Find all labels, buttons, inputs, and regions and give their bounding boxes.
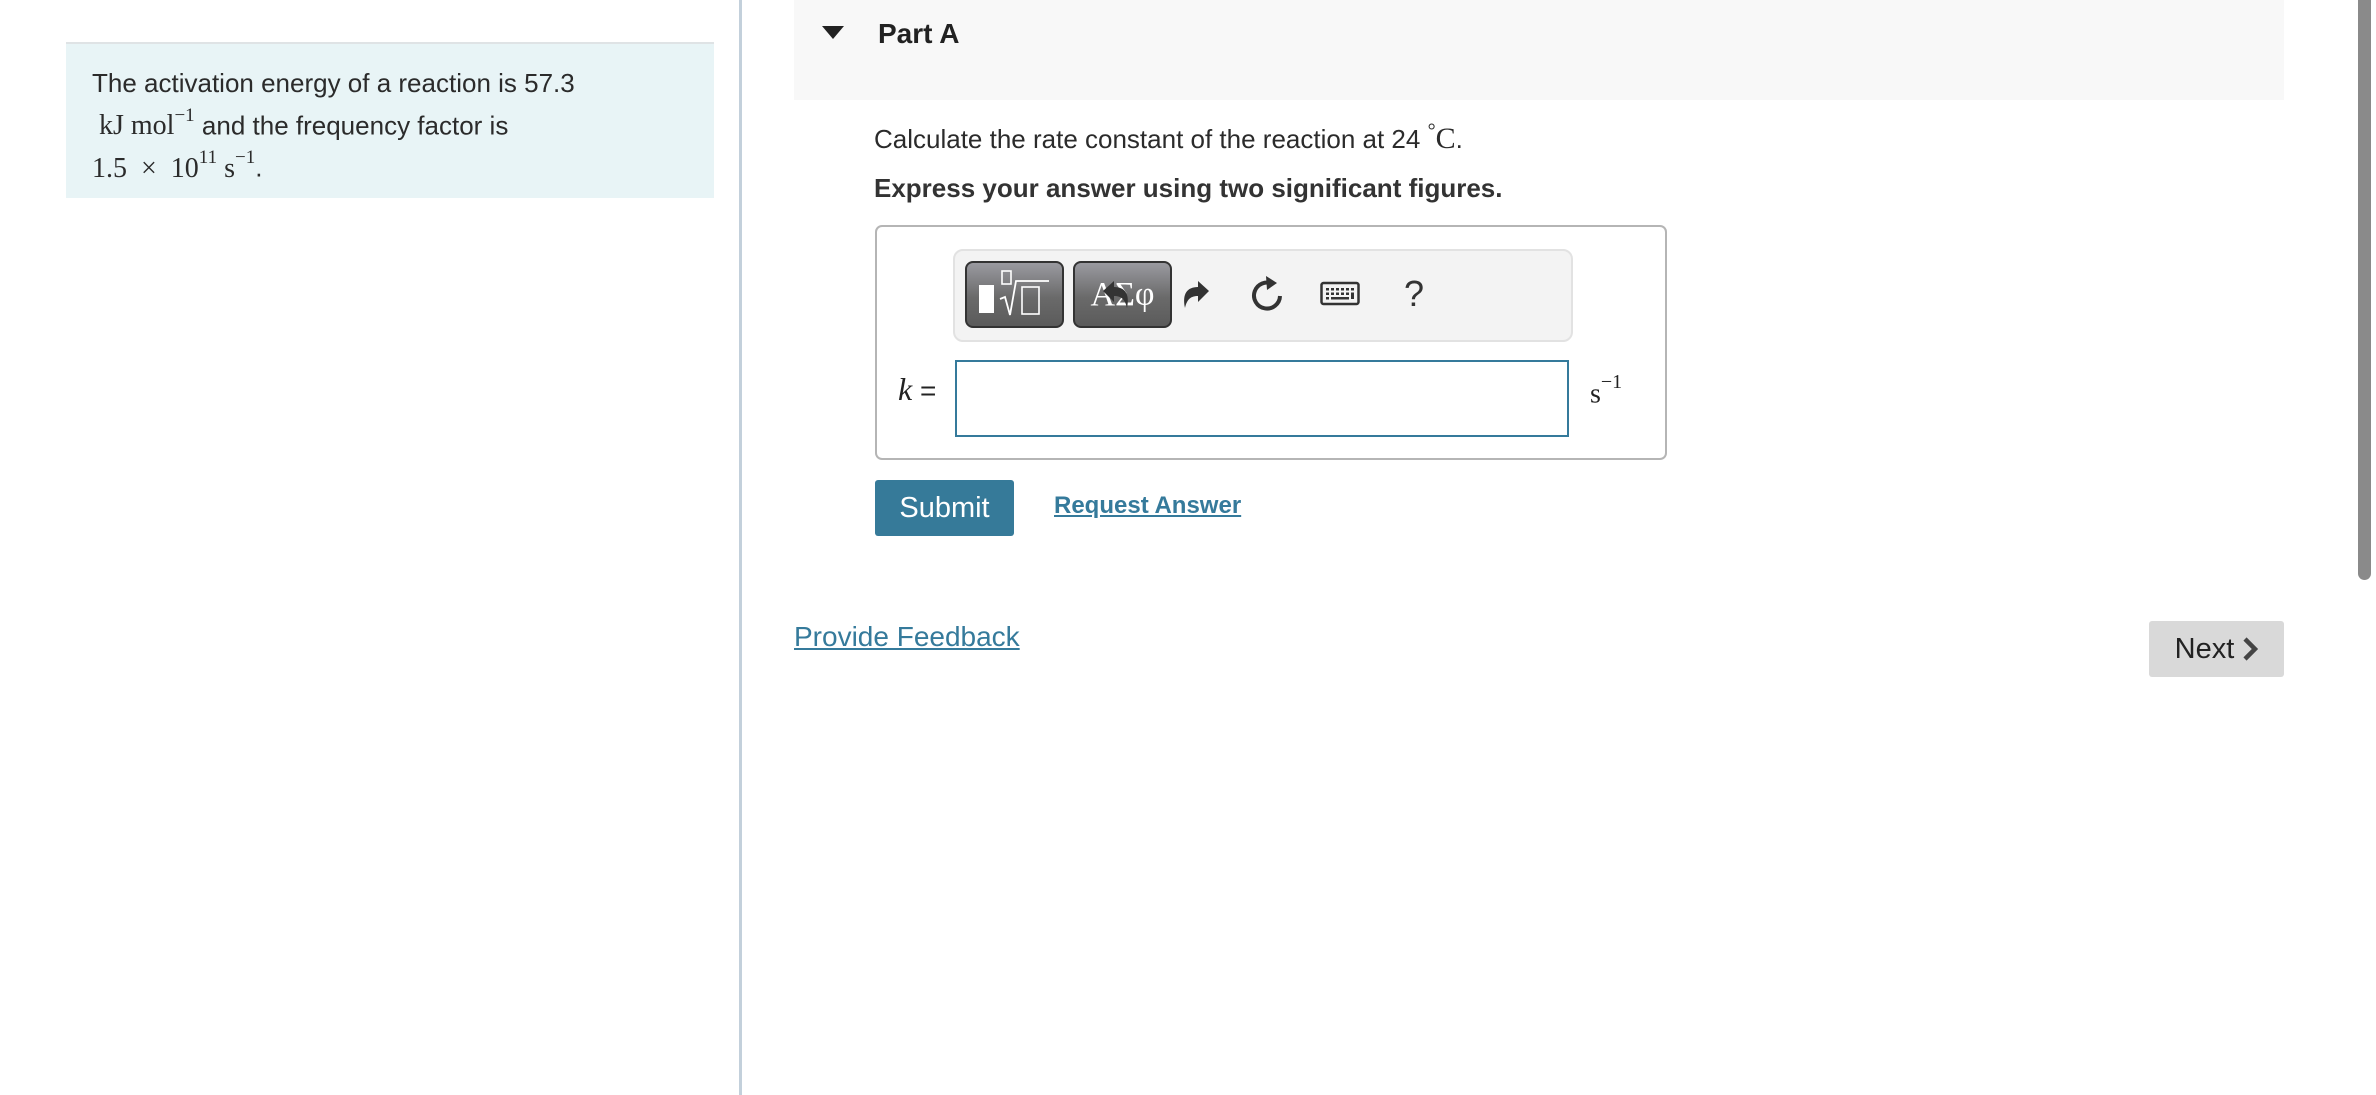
reset-icon bbox=[1252, 276, 1282, 311]
answer-input[interactable] bbox=[955, 360, 1569, 437]
help-icon: ? bbox=[1403, 273, 1425, 314]
variable-k: k bbox=[898, 371, 913, 407]
answer-unit: s−1 bbox=[1590, 371, 1622, 410]
next-label: Next bbox=[2174, 632, 2235, 665]
frequency-factor: 1.5 × 1011 s−1 bbox=[92, 147, 255, 184]
problem-text-2: and the frequency factor is bbox=[194, 110, 509, 141]
question-period: . bbox=[1455, 124, 1463, 154]
answer-variable-label: k = bbox=[898, 371, 936, 408]
answer-box: ΑΣφ bbox=[875, 225, 1667, 460]
problem-text: The activation energy of a reaction is 5… bbox=[92, 68, 575, 98]
templates-icon bbox=[979, 270, 1049, 316]
equals-sign: = bbox=[919, 375, 937, 406]
templates-button[interactable] bbox=[965, 261, 1064, 328]
keyboard-button[interactable] bbox=[1317, 271, 1363, 317]
request-answer-link[interactable]: Request Answer bbox=[1054, 492, 1241, 520]
factor-unit-exponent: −1 bbox=[235, 147, 256, 169]
submit-button[interactable]: Submit bbox=[875, 480, 1014, 536]
undo-icon bbox=[1103, 281, 1128, 308]
question-prefix: Calculate the rate constant of the react… bbox=[874, 124, 1421, 154]
redo-icon bbox=[1184, 281, 1209, 308]
undo-button[interactable] bbox=[1095, 271, 1141, 317]
keyboard-icon bbox=[1320, 281, 1360, 306]
collapse-triangle-icon[interactable] bbox=[822, 26, 844, 39]
redo-button[interactable] bbox=[1171, 271, 1217, 317]
instruction-text: Express your answer using two significan… bbox=[874, 173, 1503, 203]
next-button[interactable]: Next bbox=[2149, 621, 2284, 677]
energy-unit-text: kJ mol bbox=[99, 110, 175, 142]
unit-exponent: −1 bbox=[1600, 371, 1623, 393]
times-sign: × bbox=[141, 152, 157, 184]
energy-unit: kJ mol−1 bbox=[92, 105, 195, 142]
part-header[interactable]: Part A bbox=[794, 0, 2284, 100]
reset-button[interactable] bbox=[1244, 271, 1290, 317]
question-text: Calculate the rate constant of the react… bbox=[874, 120, 1463, 156]
provide-feedback-link[interactable]: Provide Feedback bbox=[794, 621, 1020, 653]
scrollbar-thumb[interactable] bbox=[2358, 0, 2371, 580]
part-title: Part A bbox=[878, 18, 960, 49]
factor-mantissa: 1.5 bbox=[92, 152, 127, 184]
factor-exponent: 11 bbox=[198, 147, 218, 169]
unit-base: s bbox=[1590, 378, 1601, 410]
page: The activation energy of a reaction is 5… bbox=[0, 0, 2376, 1095]
help-button[interactable]: ? bbox=[1391, 271, 1437, 317]
math-toolbar: ΑΣφ bbox=[953, 249, 1573, 342]
energy-unit-exponent: −1 bbox=[174, 105, 195, 126]
chevron-right-icon bbox=[2243, 637, 2259, 661]
celsius-unit: C bbox=[1435, 122, 1456, 155]
problem-statement: The activation energy of a reaction is 5… bbox=[66, 42, 714, 198]
panel-divider[interactable] bbox=[739, 0, 742, 1095]
period: . bbox=[255, 152, 263, 183]
degree-symbol: ° bbox=[1427, 120, 1436, 142]
factor-unit: s bbox=[224, 152, 235, 184]
factor-base: 10 bbox=[170, 152, 199, 184]
